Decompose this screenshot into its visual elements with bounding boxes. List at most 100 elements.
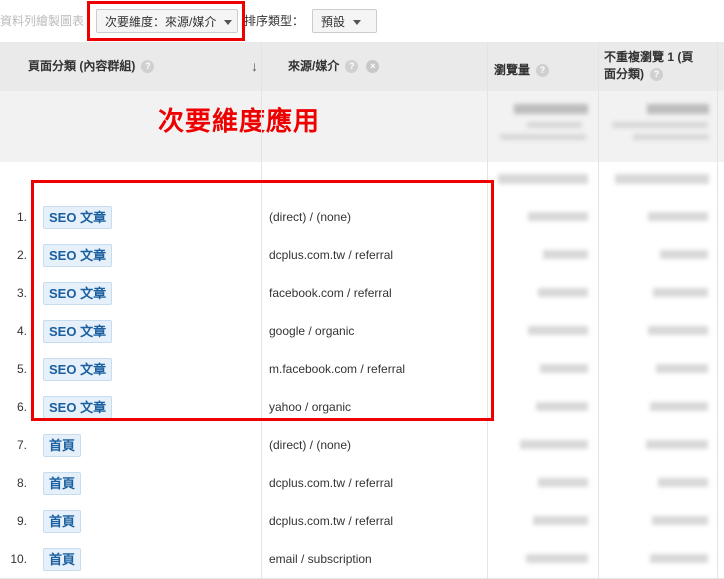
blurred-unique-pageviews [652, 516, 708, 525]
source-medium-cell: google / organic [269, 324, 355, 338]
source-medium-cell: yahoo / organic [269, 400, 352, 414]
blurred-pageviews [538, 288, 588, 297]
source-medium-cell: facebook.com / referral [269, 286, 392, 300]
blurred-unique-pageviews [648, 326, 708, 335]
source-medium-cell: m.facebook.com / referral [269, 362, 406, 376]
row-number: 7. [16, 438, 27, 452]
page-group-tag[interactable]: 首頁 [43, 472, 82, 495]
secondary-dimension-value: 次要維度：來源/媒介 [105, 15, 217, 29]
column-title-line2: 面分類) [604, 67, 644, 81]
table-toolbar: 資料列繪製圖表 次要維度：來源/媒介 排序類型： 預設 [0, 0, 724, 43]
blurred-pageviews [536, 402, 588, 411]
column-header-unique-pageviews[interactable]: 不重複瀏覽 1 (頁 面分類)? [604, 42, 719, 91]
row-number: 1. [16, 210, 27, 224]
table-row[interactable]: 3. SEO 文章 facebook.com / referral [0, 274, 724, 313]
sort-type-label: 排序類型： [244, 14, 305, 28]
page-group-tag[interactable]: SEO 文章 [43, 282, 113, 305]
blurred-total [514, 104, 588, 114]
column-divider [717, 42, 718, 578]
row-number: 9. [16, 514, 27, 528]
blurred-pageviews [520, 440, 588, 449]
table-row[interactable]: 5. SEO 文章 m.facebook.com / referral [0, 350, 724, 389]
sort-type-value: 預設 [321, 15, 346, 29]
blurred-pageviews [526, 554, 588, 563]
help-icon[interactable]: ? [536, 64, 550, 78]
table-row[interactable]: 2. SEO 文章 dcplus.com.tw / referral [0, 236, 724, 275]
blurred-value [498, 174, 588, 184]
column-header-pageviews[interactable]: 瀏覽量? [494, 42, 594, 91]
source-medium-cell: email / subscription [269, 552, 372, 566]
table-row[interactable]: 7. 首頁 (direct) / (none) [0, 426, 724, 465]
blurred-pageviews [528, 326, 588, 335]
sort-type-dropdown[interactable]: 預設 [312, 9, 377, 33]
help-icon[interactable]: ? [141, 60, 155, 74]
blurred-unique-pageviews [648, 212, 708, 221]
help-icon[interactable]: ? [345, 60, 359, 74]
table-row[interactable]: 4. SEO 文章 google / organic [0, 312, 724, 351]
table-row[interactable]: 10. 首頁 email / subscription [0, 540, 724, 579]
column-header-page-group[interactable]: 頁面分類 (內容群組)? ↓ [28, 42, 260, 91]
blurred-subtext [500, 134, 586, 140]
blurred-value [615, 174, 709, 184]
page-group-tag[interactable]: 首頁 [43, 510, 82, 533]
blurred-subtext [612, 122, 708, 128]
column-divider [487, 42, 488, 578]
table-row[interactable]: 6. SEO 文章 yahoo / organic [0, 388, 724, 427]
blurred-pageviews [528, 212, 588, 221]
blurred-unique-pageviews [646, 440, 708, 449]
table-header: 頁面分類 (內容群組)? ↓ 來源/媒介? × 瀏覽量? 不重複瀏覽 1 (頁 面… [0, 42, 724, 92]
blurred-unique-pageviews [650, 402, 708, 411]
blurred-unique-pageviews [650, 554, 708, 563]
blurred-subtext [527, 122, 582, 128]
help-icon[interactable]: ? [650, 68, 663, 82]
chevron-down-icon [224, 20, 233, 26]
table-row[interactable]: 9. 首頁 dcplus.com.tw / referral [0, 502, 724, 541]
secondary-dimension-dropdown[interactable]: 次要維度：來源/媒介 [96, 9, 238, 33]
blurred-unique-pageviews [656, 364, 708, 373]
page-group-tag[interactable]: 首頁 [43, 548, 82, 571]
row-number: 6. [16, 400, 27, 414]
column-divider [598, 42, 599, 578]
page-group-tag[interactable]: SEO 文章 [43, 396, 113, 419]
blurred-pageviews [540, 364, 588, 373]
close-icon[interactable]: × [366, 60, 380, 74]
blurred-unique-pageviews [653, 288, 708, 297]
row-number: 8. [16, 476, 27, 490]
summary-row-2 [0, 162, 724, 199]
table-row[interactable]: 8. 首頁 dcplus.com.tw / referral [0, 464, 724, 503]
chevron-down-icon [353, 20, 362, 26]
row-number: 4. [16, 324, 27, 338]
chart-rows-link[interactable]: 資料列繪製圖表 [0, 12, 84, 29]
blurred-total [647, 104, 709, 114]
page-group-tag[interactable]: SEO 文章 [43, 244, 113, 267]
blurred-pageviews [533, 516, 588, 525]
summary-row [0, 91, 724, 163]
page-group-tag[interactable]: SEO 文章 [43, 320, 113, 343]
row-number: 10. [10, 552, 27, 566]
source-medium-cell: dcplus.com.tw / referral [269, 514, 394, 528]
blurred-pageviews [543, 250, 588, 259]
column-divider [261, 42, 262, 578]
annotation-label: 次要維度應用 [158, 106, 321, 136]
blurred-unique-pageviews [660, 250, 708, 259]
row-number: 5. [16, 362, 27, 376]
column-title: 頁面分類 (內容群組) [28, 59, 136, 73]
page-group-tag[interactable]: 首頁 [43, 434, 82, 457]
table-row[interactable]: 1. SEO 文章 (direct) / (none) [0, 198, 724, 237]
source-medium-cell: (direct) / (none) [269, 438, 352, 452]
blurred-subtext [633, 134, 709, 140]
page-group-tag[interactable]: SEO 文章 [43, 358, 113, 381]
column-title: 來源/媒介 [288, 59, 340, 73]
source-medium-cell: dcplus.com.tw / referral [269, 248, 394, 262]
blurred-unique-pageviews [658, 478, 708, 487]
sort-down-arrow-icon[interactable]: ↓ [251, 42, 258, 91]
source-medium-cell: (direct) / (none) [269, 210, 352, 224]
row-number: 3. [16, 286, 27, 300]
page-group-tag[interactable]: SEO 文章 [43, 206, 113, 229]
column-header-source-medium[interactable]: 來源/媒介? × [288, 42, 484, 91]
source-medium-cell: dcplus.com.tw / referral [269, 476, 394, 490]
column-title: 瀏覽量 [494, 63, 531, 77]
column-title: 不重複瀏覽 1 (頁 [604, 50, 694, 64]
row-number: 2. [16, 248, 27, 262]
blurred-pageviews [538, 478, 588, 487]
